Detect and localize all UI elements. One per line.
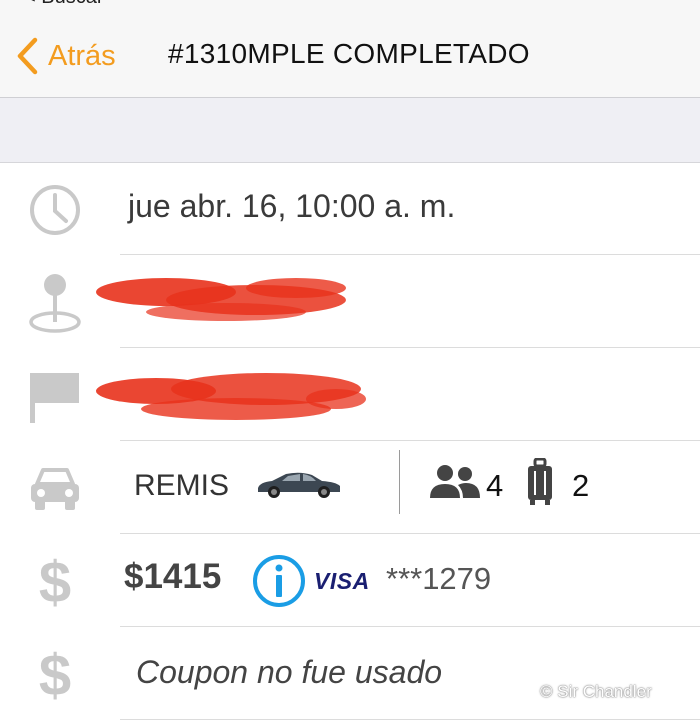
redaction-mark [96, 373, 366, 420]
dollar-icon: $ [38, 642, 72, 708]
row-divider [120, 626, 700, 627]
back-to-search-link[interactable]: < Buscar [24, 0, 103, 9]
passenger-count: 4 [486, 468, 504, 503]
people-icon [430, 465, 480, 498]
origin-row [0, 256, 700, 348]
luggage-count: 2 [572, 468, 590, 503]
section-gap [0, 98, 700, 163]
clock-icon [26, 181, 84, 239]
destination-row [0, 349, 700, 441]
back-button[interactable]: Atrás [14, 34, 116, 78]
vehicle-row: REMIS 4 2 [0, 442, 700, 534]
luggage-icon [528, 458, 552, 505]
card-number: ***1279 [386, 561, 492, 596]
flag-icon [26, 367, 84, 425]
trip-datetime: jue abr. 16, 10:00 a. m. [128, 188, 456, 224]
card-brand: VISA [314, 568, 370, 594]
payment-row: $ $1415 VISA ***1279 [0, 535, 700, 627]
vehicle-type: REMIS [134, 469, 230, 502]
row-divider [120, 719, 700, 720]
page-title: #1310MPLE COMPLETADO [168, 38, 530, 69]
nav-bar: < Buscar Atrás #1310MPLE COMPLETADO [0, 0, 700, 98]
coupon-row: $ Coupon no fue usado [0, 628, 700, 720]
info-icon[interactable] [251, 553, 307, 609]
sedan-icon [258, 472, 340, 498]
datetime-row: jue abr. 16, 10:00 a. m. [0, 163, 700, 255]
row-divider [120, 347, 700, 348]
chevron-left-icon [17, 37, 38, 75]
coupon-status: Coupon no fue usado [136, 654, 443, 690]
row-divider [120, 254, 700, 255]
map-pin-icon [26, 274, 84, 333]
car-icon [26, 460, 84, 518]
row-divider [120, 440, 700, 441]
watermark: © Sir Chandler [540, 682, 652, 701]
redaction-mark [96, 278, 346, 321]
vertical-divider [399, 450, 400, 514]
dollar-icon: $ [38, 549, 72, 615]
back-label: Atrás [48, 39, 116, 72]
trip-price: $1415 [124, 557, 222, 596]
row-divider [120, 533, 700, 534]
